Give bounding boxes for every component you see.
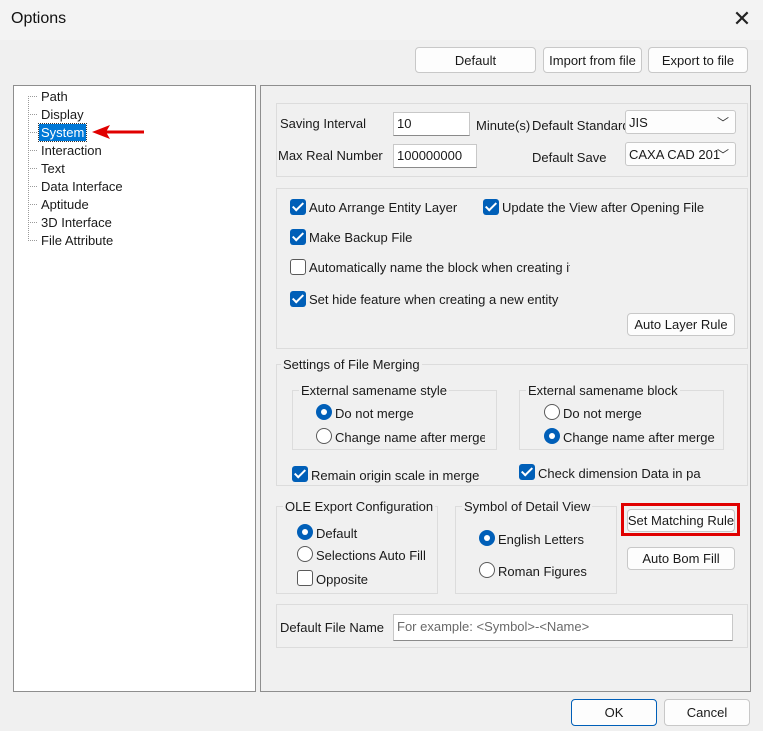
- ole-export-title: OLE Export Configuration: [283, 499, 436, 514]
- ole-selections-label: Selections Auto Fill: [316, 548, 426, 563]
- file-merging-title: Settings of File Merging: [281, 357, 422, 372]
- symbol-detail-title: Symbol of Detail View: [462, 499, 593, 514]
- make-backup-label: Make Backup File: [309, 230, 413, 245]
- close-icon[interactable]: ✕: [729, 6, 755, 32]
- opposite-label: Opposite: [316, 572, 369, 587]
- tree-item-file-attribute[interactable]: File Attribute: [39, 232, 115, 249]
- tree-connector: [28, 204, 37, 205]
- ok-button[interactable]: OK: [571, 699, 657, 726]
- export-to-file-button[interactable]: Export to file: [648, 47, 748, 73]
- samename-block-title: External samename block: [526, 383, 680, 398]
- tree-connector: [28, 132, 37, 133]
- max-real-number-input[interactable]: 100000000: [393, 144, 477, 168]
- tree-item-3d-interface[interactable]: 3D Interface: [39, 214, 114, 231]
- tree-item-interaction[interactable]: Interaction: [39, 142, 104, 159]
- auto-layer-rule-button[interactable]: Auto Layer Rule: [627, 313, 735, 336]
- cancel-button[interactable]: Cancel: [664, 699, 750, 726]
- remain-scale-label: Remain origin scale in merge: [311, 468, 480, 483]
- style-do-not-merge-label: Do not merge: [335, 406, 414, 421]
- remain-scale-checkbox[interactable]: [292, 466, 308, 482]
- roman-figures-radio[interactable]: [479, 562, 495, 578]
- auto-arrange-checkbox[interactable]: [290, 199, 306, 215]
- symbol-detail-group: [455, 506, 617, 594]
- opposite-checkbox[interactable]: [297, 570, 313, 586]
- english-letters-radio[interactable]: [479, 530, 495, 546]
- make-backup-checkbox[interactable]: [290, 229, 306, 245]
- default-file-name-placeholder: For example: <Symbol>-<Name>: [397, 619, 590, 634]
- hide-feature-checkbox[interactable]: [290, 291, 306, 307]
- red-arrow-icon: [92, 125, 144, 139]
- block-change-name-radio[interactable]: [544, 428, 560, 444]
- block-do-not-merge-label: Do not merge: [563, 406, 642, 421]
- style-do-not-merge-radio[interactable]: [316, 404, 332, 420]
- hide-feature-label: Set hide feature when creating a new ent…: [309, 292, 559, 307]
- samename-style-title: External samename style: [299, 383, 449, 398]
- chevron-down-icon: ﹀: [716, 148, 729, 162]
- tree-connector: [28, 240, 37, 241]
- tree-item-path[interactable]: Path: [39, 88, 70, 105]
- ole-default-label: Default: [316, 526, 358, 541]
- default-standard-label: Default Standard: [532, 118, 625, 133]
- saving-interval-label: Saving Interval: [280, 116, 366, 131]
- default-file-name-input[interactable]: For example: <Symbol>-<Name>: [393, 614, 733, 641]
- check-dimension-label: Check dimension Data in paste: [538, 466, 701, 481]
- minutes-label: Minute(s): [476, 118, 531, 133]
- max-real-number-label: Max Real Number: [278, 148, 383, 163]
- default-save-value: CAXA CAD 201: [629, 147, 721, 162]
- import-from-file-button[interactable]: Import from file: [543, 47, 642, 73]
- tree-connector: [28, 114, 37, 115]
- english-letters-label: English Letters: [498, 532, 584, 547]
- tree-connector: [28, 222, 37, 223]
- window-title: Options: [11, 10, 67, 27]
- roman-figures-label: Roman Figures: [498, 564, 587, 579]
- title-bar: [0, 0, 763, 40]
- style-change-name-radio[interactable]: [316, 428, 332, 444]
- tree-connector: [28, 168, 37, 169]
- auto-name-block-label: Automatically name the block when creati…: [309, 260, 570, 275]
- tree-connector: [28, 186, 37, 187]
- default-standard-value: JIS: [629, 115, 648, 130]
- ole-selections-radio[interactable]: [297, 546, 313, 562]
- default-standard-select[interactable]: JIS ﹀: [625, 110, 736, 134]
- tree-item-data-interface[interactable]: Data Interface: [39, 178, 125, 195]
- default-save-label: Default Save: [532, 150, 607, 165]
- default-button[interactable]: Default: [415, 47, 536, 73]
- default-save-select[interactable]: CAXA CAD 201 ﹀: [625, 142, 736, 166]
- chevron-down-icon: ﹀: [716, 116, 729, 130]
- default-file-name-label: Default File Name: [280, 620, 385, 635]
- block-do-not-merge-radio[interactable]: [544, 404, 560, 420]
- ole-default-radio[interactable]: [297, 524, 313, 540]
- auto-arrange-label: Auto Arrange Entity Layer: [309, 200, 458, 215]
- highlight-box: [621, 503, 740, 536]
- tree-item-text[interactable]: Text: [39, 160, 67, 177]
- options-tree: Path Display System Interaction Text Dat…: [13, 85, 256, 692]
- tree-connector: [28, 150, 37, 151]
- tree-item-display[interactable]: Display: [39, 106, 86, 123]
- block-change-name-label: Change name after merge: [563, 430, 715, 445]
- auto-name-block-checkbox[interactable]: [290, 259, 306, 275]
- check-dimension-checkbox[interactable]: [519, 464, 535, 480]
- update-view-label: Update the View after Opening File: [502, 200, 705, 215]
- tree-connector: [28, 96, 37, 97]
- saving-interval-input[interactable]: 10: [393, 112, 470, 136]
- update-view-checkbox[interactable]: [483, 199, 499, 215]
- auto-bom-fill-button[interactable]: Auto Bom Fill: [627, 547, 735, 570]
- style-change-name-label: Change name after merge: [335, 430, 485, 445]
- tree-item-system[interactable]: System: [37, 123, 88, 142]
- tree-item-aptitude[interactable]: Aptitude: [39, 196, 91, 213]
